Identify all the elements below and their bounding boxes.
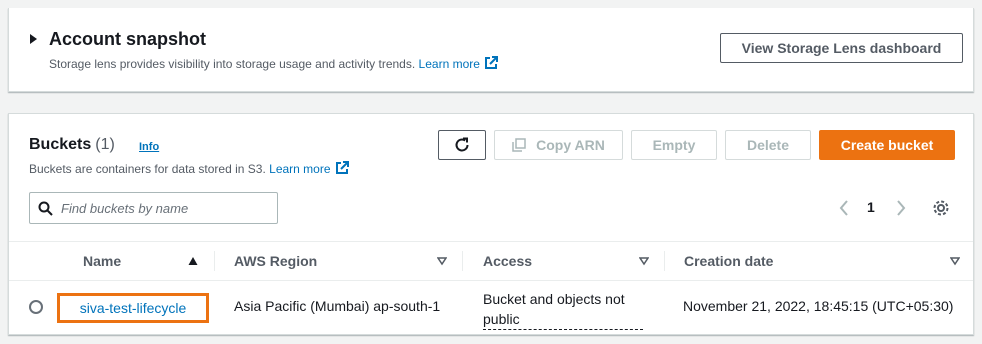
sort-ascending-icon[interactable] <box>188 256 198 266</box>
buckets-description: Buckets are containers for data stored i… <box>29 161 349 176</box>
sort-caret-down-icon[interactable] <box>437 256 447 266</box>
table-header: Name AWS Region Access Creation date <box>9 241 973 281</box>
empty-button[interactable]: Empty <box>631 130 717 160</box>
sort-caret-down-icon[interactable] <box>639 256 649 266</box>
buckets-count: (1) <box>95 136 115 153</box>
buckets-heading: Buckets (1) <box>29 136 115 154</box>
bucket-name-link[interactable]: siva-test-lifecycle <box>80 300 187 316</box>
bucket-name-cell: siva-test-lifecycle <box>57 293 209 323</box>
delete-button[interactable]: Delete <box>725 130 811 160</box>
previous-page-icon[interactable] <box>838 198 850 218</box>
column-header-region[interactable]: AWS Region <box>234 242 317 280</box>
view-storage-lens-dashboard-button[interactable]: View Storage Lens dashboard <box>720 33 963 63</box>
current-page-number[interactable]: 1 <box>867 199 875 215</box>
external-link-icon <box>484 56 498 69</box>
snapshot-learn-more-label: Learn more <box>418 57 480 71</box>
expand-caret-icon[interactable] <box>30 34 37 44</box>
buckets-description-text: Buckets are containers for data stored i… <box>29 162 266 176</box>
gear-icon[interactable] <box>932 199 950 222</box>
bucket-search-input[interactable] <box>61 200 261 216</box>
info-link[interactable]: Info <box>139 141 159 153</box>
copy-arn-label: Copy ARN <box>536 137 605 153</box>
row-select-radio[interactable] <box>29 300 43 314</box>
create-bucket-button[interactable]: Create bucket <box>819 130 955 160</box>
bucket-access-line1: Bucket and objects not <box>483 291 625 307</box>
account-snapshot-title[interactable]: Account snapshot <box>49 29 206 50</box>
column-divider <box>214 251 215 271</box>
refresh-button[interactable] <box>438 130 486 160</box>
buckets-learn-more-link[interactable]: Learn more <box>269 161 349 176</box>
next-page-icon[interactable] <box>895 198 907 218</box>
column-header-access[interactable]: Access <box>483 242 532 280</box>
buckets-title: Buckets <box>29 136 92 153</box>
bucket-search-field[interactable] <box>29 192 278 224</box>
column-header-creation-date[interactable]: Creation date <box>684 242 773 280</box>
copy-arn-button[interactable]: Copy ARN <box>494 130 623 160</box>
external-link-icon <box>335 161 349 174</box>
column-header-name[interactable]: Name <box>83 242 121 280</box>
bucket-creation-date: November 21, 2022, 18:45:15 (UTC+05:30) <box>683 298 954 314</box>
refresh-icon <box>455 137 469 152</box>
column-divider <box>462 251 463 271</box>
column-divider <box>664 251 665 271</box>
sort-caret-down-icon[interactable] <box>950 256 960 266</box>
bucket-region: Asia Pacific (Mumbai) ap-south-1 <box>234 298 441 314</box>
copy-icon <box>512 138 526 152</box>
account-snapshot-panel: Account snapshot Storage lens provides v… <box>8 8 974 92</box>
table-row: siva-test-lifecycle Asia Pacific (Mumbai… <box>9 281 973 335</box>
search-icon <box>38 201 53 216</box>
bucket-access[interactable]: Bucket and objects not public <box>483 289 643 330</box>
bucket-access-line2: public <box>483 309 643 330</box>
buckets-learn-more-label: Learn more <box>269 162 331 176</box>
account-snapshot-description-text: Storage lens provides visibility into st… <box>49 57 416 71</box>
buckets-panel: Buckets (1) Info Buckets are containers f… <box>8 113 974 335</box>
account-snapshot-description: Storage lens provides visibility into st… <box>49 56 498 71</box>
snapshot-learn-more-link[interactable]: Learn more <box>418 56 498 71</box>
